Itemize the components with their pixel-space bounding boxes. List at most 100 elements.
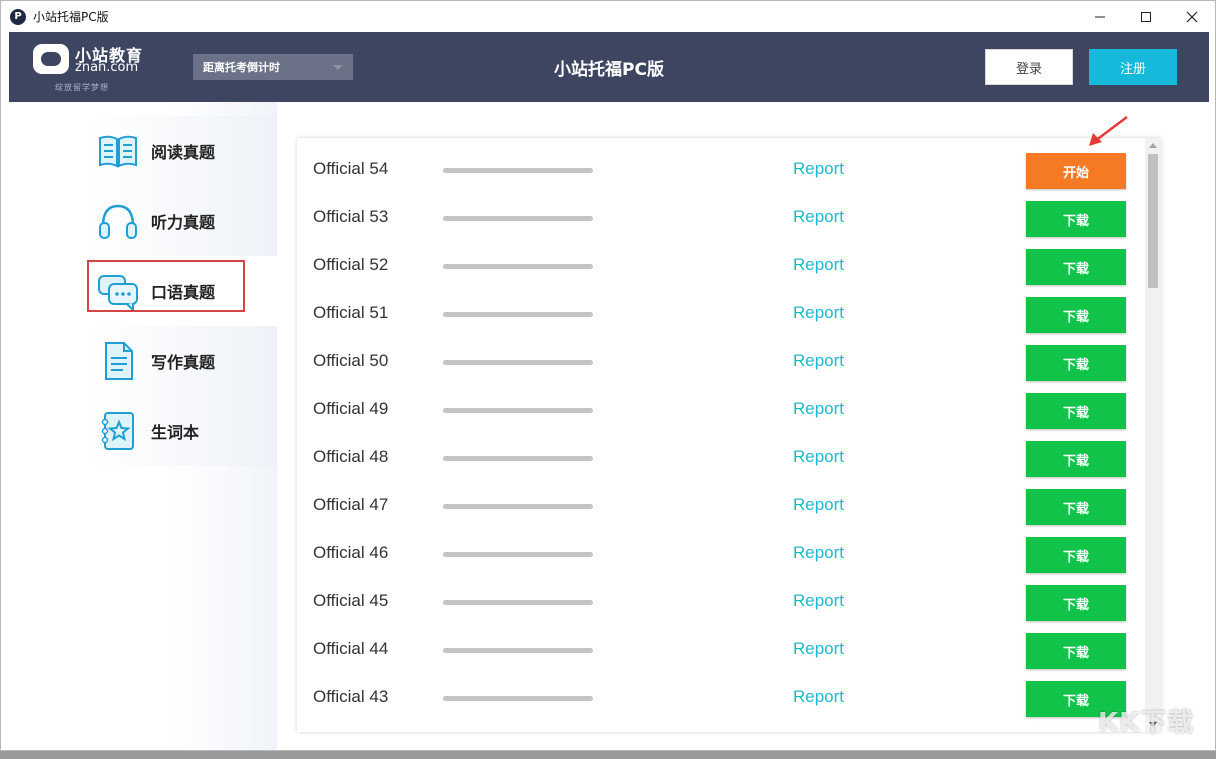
progress-bar xyxy=(443,216,593,221)
report-link[interactable]: Report xyxy=(793,447,844,467)
report-link[interactable]: Report xyxy=(793,639,844,659)
countdown-label: 距离托考倒计时 xyxy=(203,61,280,74)
logo-slogan: 绽放留学梦想 xyxy=(55,83,109,92)
download-button[interactable]: 下载 xyxy=(1026,249,1126,285)
close-icon xyxy=(1186,11,1198,22)
minimize-icon xyxy=(1095,16,1105,17)
sidebar-item-label: 听力真题 xyxy=(151,213,216,232)
main-content: Official 54 Report 开始 Official 53 Report 下载 Of… xyxy=(277,102,1209,750)
login-button[interactable]: 登录 xyxy=(985,49,1073,85)
progress-bar xyxy=(443,648,593,653)
test-name: Official 51 xyxy=(313,303,389,322)
report-link[interactable]: Report xyxy=(793,687,844,707)
download-button[interactable]: 下载 xyxy=(1026,345,1126,381)
progress-bar xyxy=(443,312,593,317)
maximize-button[interactable] xyxy=(1123,1,1169,32)
test-name: Official 48 xyxy=(313,447,389,466)
exam-countdown-dropdown[interactable]: 距离托考倒计时 xyxy=(193,54,353,80)
table-row: Official 48 Report 下载 xyxy=(297,434,1145,482)
test-name: Official 49 xyxy=(313,399,389,418)
scroll-up-arrow-icon[interactable] xyxy=(1149,143,1157,148)
report-link[interactable]: Report xyxy=(793,207,844,227)
table-row: Official 53 Report 下载 xyxy=(297,194,1145,242)
report-link[interactable]: Report xyxy=(793,591,844,611)
sidebar-item-label: 写作真题 xyxy=(151,353,216,372)
test-name: Official 46 xyxy=(313,543,389,562)
report-link[interactable]: Report xyxy=(793,351,844,371)
table-row: Official 49 Report 下载 xyxy=(297,386,1145,434)
sidebar: 阅读真题 听力真题 口语真题 写作真题 生词本 xyxy=(9,102,277,750)
table-row: Official 46 Report 下载 xyxy=(297,530,1145,578)
star-notebook-icon xyxy=(101,412,134,450)
progress-bar xyxy=(443,408,593,413)
test-name: Official 43 xyxy=(313,687,389,706)
report-link[interactable]: Report xyxy=(793,495,844,515)
close-button[interactable] xyxy=(1169,1,1215,32)
download-button[interactable]: 下载 xyxy=(1026,201,1126,237)
minimize-button[interactable] xyxy=(1077,1,1123,32)
window-controls xyxy=(1077,1,1215,32)
table-row: Official 54 Report 开始 xyxy=(297,146,1145,194)
progress-bar xyxy=(443,552,593,557)
logo-en-text: znan.com xyxy=(75,60,139,75)
test-name: Official 45 xyxy=(313,591,389,610)
sidebar-item-reading[interactable]: 阅读真题 xyxy=(9,116,277,186)
download-button[interactable]: 下载 xyxy=(1026,537,1126,573)
report-link[interactable]: Report xyxy=(793,399,844,419)
report-link[interactable]: Report xyxy=(793,255,844,275)
table-row: Official 44 Report 下载 xyxy=(297,626,1145,674)
vertical-scrollbar[interactable] xyxy=(1145,138,1161,732)
download-button[interactable]: 下载 xyxy=(1026,297,1126,333)
headphones-icon xyxy=(99,204,137,239)
test-name: Official 52 xyxy=(313,255,389,274)
sidebar-item-label: 生词本 xyxy=(151,423,200,442)
progress-bar xyxy=(443,264,593,269)
sidebar-item-label: 阅读真题 xyxy=(151,143,216,162)
start-button[interactable]: 开始 xyxy=(1026,153,1126,189)
sidebar-item-writing[interactable]: 写作真题 xyxy=(9,326,277,396)
sidebar-item-vocabulary[interactable]: 生词本 xyxy=(9,396,277,466)
app-header: 小站教育 znan.com 绽放留学梦想 距离托考倒计时 小站托福PC版 登录 … xyxy=(9,32,1209,102)
table-row: Official 43 Report 下载 xyxy=(297,674,1145,722)
sidebar-item-listening[interactable]: 听力真题 xyxy=(9,186,277,256)
book-icon xyxy=(99,135,137,168)
active-item-highlight xyxy=(87,260,245,312)
test-list-panel: Official 54 Report 开始 Official 53 Report 下载 Of… xyxy=(297,138,1161,732)
report-link[interactable]: Report xyxy=(793,159,844,179)
report-link[interactable]: Report xyxy=(793,543,844,563)
annotation-arrow-icon xyxy=(1089,116,1128,146)
test-name: Official 54 xyxy=(313,159,389,178)
progress-bar xyxy=(443,456,593,461)
document-icon xyxy=(105,342,133,380)
maximize-icon xyxy=(1141,11,1151,22)
download-button[interactable]: 下载 xyxy=(1026,489,1126,525)
report-link[interactable]: Report xyxy=(793,303,844,323)
watermark-text: KK下载 xyxy=(1098,708,1195,738)
table-row: Official 47 Report 下载 xyxy=(297,482,1145,530)
download-button[interactable]: 下载 xyxy=(1026,585,1126,621)
title-bar: P 小站托福PC版 xyxy=(1,1,1215,32)
download-button[interactable]: 下载 xyxy=(1026,441,1126,477)
test-name: Official 47 xyxy=(313,495,389,514)
table-row: Official 45 Report 下载 xyxy=(297,578,1145,626)
table-row: Official 51 Report 下载 xyxy=(297,290,1145,338)
test-name: Official 53 xyxy=(313,207,389,226)
window-title: 小站托福PC版 xyxy=(33,10,109,24)
chevron-down-icon xyxy=(333,65,343,70)
progress-bar xyxy=(443,168,593,173)
progress-bar xyxy=(443,504,593,509)
scroll-thumb[interactable] xyxy=(1148,154,1158,288)
register-button[interactable]: 注册 xyxy=(1089,49,1177,85)
progress-bar xyxy=(443,696,593,701)
download-button[interactable]: 下载 xyxy=(1026,633,1126,669)
progress-bar xyxy=(443,600,593,605)
test-name: Official 44 xyxy=(313,639,389,658)
app-window: P 小站托福PC版 小站教育 znan.com 绽放留学梦想 距离托考倒计时 小… xyxy=(0,0,1216,751)
table-row: Official 50 Report 下载 xyxy=(297,338,1145,386)
app-logo-icon: P xyxy=(10,8,26,25)
test-name: Official 50 xyxy=(313,351,389,370)
download-button[interactable]: 下载 xyxy=(1026,393,1126,429)
brand-logo[interactable]: 小站教育 znan.com 绽放留学梦想 xyxy=(33,41,153,93)
table-row: Official 52 Report 下载 xyxy=(297,242,1145,290)
logo-bubble-icon xyxy=(33,44,69,74)
